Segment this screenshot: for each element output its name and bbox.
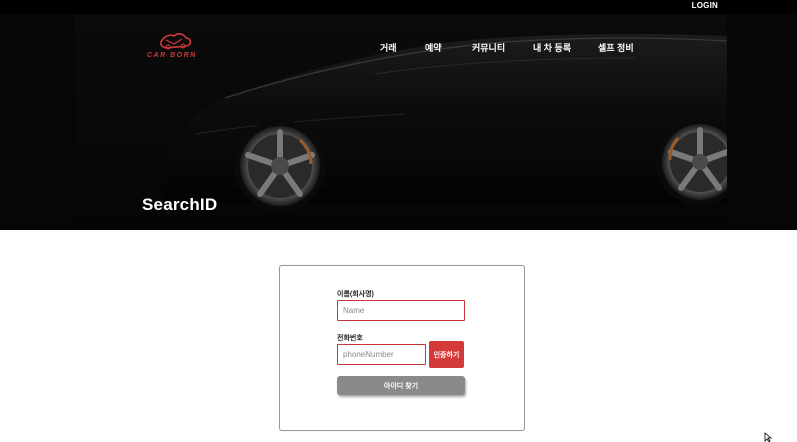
nav-item-self-maintenance[interactable]: 셀프 정비 xyxy=(598,41,634,54)
nav-item-community[interactable]: 커뮤니티 xyxy=(472,41,505,54)
login-link[interactable]: LOGIN xyxy=(692,1,718,10)
nav-item-register-car[interactable]: 내 차 등록 xyxy=(533,41,571,54)
top-bar: LOGIN xyxy=(0,0,797,14)
nav-item-trade[interactable]: 거래 xyxy=(380,41,397,54)
find-id-button[interactable]: 아이디 찾기 xyxy=(337,376,465,395)
verify-button[interactable]: 인증하기 xyxy=(429,341,464,368)
name-label: 이름(회사명) xyxy=(337,291,374,298)
phone-label: 전화번호 xyxy=(337,335,363,342)
hero-banner: CAR BORN 거래 예약 커뮤니티 내 차 등록 셀프 정비 SearchI… xyxy=(0,14,797,230)
main-nav: 거래 예약 커뮤니티 내 차 등록 셀프 정비 xyxy=(0,41,797,55)
phone-input[interactable] xyxy=(337,344,426,365)
page-title: SearchID xyxy=(142,195,218,214)
name-input[interactable] xyxy=(337,300,465,321)
mouse-cursor-icon xyxy=(764,432,773,442)
search-id-form: 이름(회사명) 전화번호 인증하기 아이디 찾기 xyxy=(279,265,525,431)
nav-item-reservation[interactable]: 예약 xyxy=(425,41,442,54)
